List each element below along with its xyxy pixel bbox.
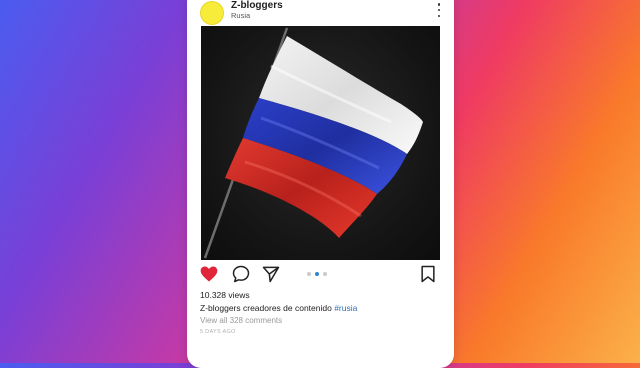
post-image[interactable] (201, 26, 440, 260)
view-count: 10.328 views (200, 290, 250, 300)
caption: Z-bloggers creadores de contenido #rusia (200, 303, 357, 313)
timestamp: 5 DAYS AGO (200, 329, 236, 335)
share-icon[interactable] (261, 264, 281, 284)
caption-username[interactable]: Z-bloggers (200, 303, 241, 313)
hashtag-link[interactable]: #rusia (334, 303, 357, 313)
action-bar (187, 264, 454, 288)
carousel-dot-active[interactable] (315, 272, 319, 276)
carousel-indicator (307, 272, 327, 276)
avatar[interactable] (200, 1, 224, 25)
bookmark-icon[interactable] (418, 264, 438, 284)
carousel-dot[interactable] (323, 272, 327, 276)
post-header: Z-bloggers Rusia (187, 0, 454, 26)
post-card: Z-bloggers Rusia 10.328 views Z-bloggers… (187, 0, 454, 368)
more-options-icon[interactable] (436, 3, 442, 17)
flag-image (203, 27, 423, 259)
carousel-dot[interactable] (307, 272, 311, 276)
location[interactable]: Rusia (231, 11, 250, 20)
username[interactable]: Z-bloggers (231, 0, 283, 11)
comment-icon[interactable] (231, 264, 251, 284)
view-comments-link[interactable]: View all 328 comments (200, 316, 282, 325)
heart-icon[interactable] (199, 264, 219, 284)
caption-text: creadores de contenido (240, 303, 335, 313)
